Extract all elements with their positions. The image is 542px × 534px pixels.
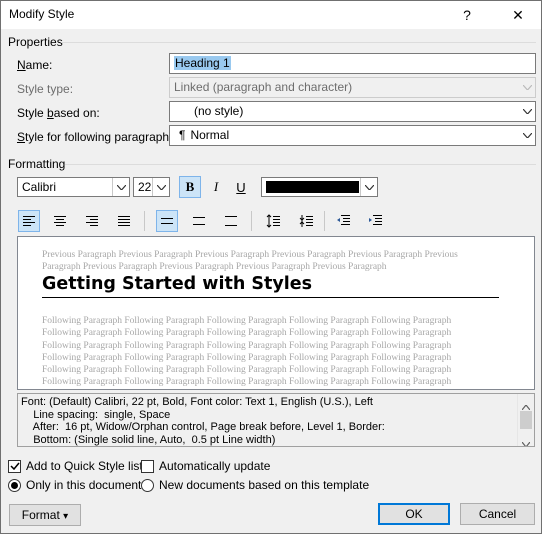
scroll-down-icon[interactable] xyxy=(521,436,531,446)
name-label: Name: xyxy=(17,58,53,72)
checkbox-unchecked-icon xyxy=(141,459,154,473)
only-this-document-radio[interactable]: Only in this document xyxy=(8,478,141,492)
formatting-divider xyxy=(65,164,536,165)
style-type-select[interactable]: Linked (paragraph and character) xyxy=(169,77,536,98)
chevron-down-icon xyxy=(112,178,129,196)
dialog-title: Modify Style xyxy=(9,7,75,21)
style-type-value: Linked (paragraph and character) xyxy=(174,80,353,94)
style-type-label: Style type: xyxy=(17,82,74,96)
following-paragraph-label: Style for following paragraph: xyxy=(17,130,173,144)
title-bar: Modify Style ? ✕ xyxy=(1,1,541,29)
preview-heading: Getting Started with Styles xyxy=(42,273,499,298)
description-line: Font: (Default) Calibri, 22 pt, Bold, Fo… xyxy=(21,396,373,408)
following-paragraph-select[interactable]: ¶ Normal xyxy=(169,125,536,146)
font-color-swatch xyxy=(266,181,359,193)
style-description: Font: (Default) Calibri, 22 pt, Bold, Fo… xyxy=(17,393,535,447)
dropdown-arrow-icon: ▾ xyxy=(63,511,69,522)
description-scrollbar[interactable] xyxy=(517,394,534,446)
checkbox-checked-icon xyxy=(8,459,21,473)
based-on-label: Style based on: xyxy=(17,106,100,120)
auto-update-checkbox[interactable]: Automatically update xyxy=(141,459,270,473)
font-name-select[interactable]: Calibri xyxy=(17,177,130,197)
increase-spacing-icon[interactable] xyxy=(262,210,284,232)
align-right-icon[interactable] xyxy=(81,210,103,232)
ok-button[interactable]: OK xyxy=(378,503,450,525)
align-center-icon[interactable] xyxy=(49,210,71,232)
font-name-value: Calibri xyxy=(22,180,57,194)
toolbar-separator xyxy=(251,211,252,231)
preview-previous-paragraph: Previous Paragraph Previous Paragraph Pr… xyxy=(42,250,458,273)
radio-selected-icon xyxy=(8,478,21,492)
properties-group-label: Properties xyxy=(8,35,63,49)
toolbar-separator xyxy=(144,211,145,231)
following-paragraph-value: Normal xyxy=(190,128,230,142)
decrease-spacing-icon[interactable] xyxy=(295,210,317,232)
single-spacing-icon[interactable] xyxy=(156,210,178,232)
based-on-value: (no style) xyxy=(194,104,244,118)
preview-following-paragraph: Following Paragraph Following Paragraph … xyxy=(42,316,452,388)
description-line: Bottom: (Single solid line, Auto, 0.5 pt… xyxy=(21,433,276,446)
add-to-quick-style-checkbox[interactable]: Add to Quick Style list xyxy=(8,459,143,473)
underline-button[interactable]: U xyxy=(230,176,252,198)
style-preview: Previous Paragraph Previous Paragraph Pr… xyxy=(17,236,535,390)
radio-unselected-icon xyxy=(141,478,154,492)
new-documents-label: New documents based on this template xyxy=(159,478,370,492)
justify-icon[interactable] xyxy=(113,210,135,232)
based-on-select[interactable]: (no style) xyxy=(169,101,536,122)
only-this-document-label: Only in this document xyxy=(26,478,142,492)
font-color-select[interactable] xyxy=(261,177,378,197)
toolbar-separator xyxy=(324,211,325,231)
chevron-down-icon xyxy=(152,178,169,196)
italic-button[interactable]: I xyxy=(205,176,227,198)
name-input[interactable]: Heading 1 xyxy=(169,53,536,74)
add-to-quick-style-label: Add to Quick Style list xyxy=(26,459,143,473)
decrease-indent-icon[interactable] xyxy=(332,210,354,232)
description-line: After: 16 pt, Widow/Orphan control, Page… xyxy=(21,421,385,434)
align-left-icon[interactable] xyxy=(18,210,40,232)
cancel-button[interactable]: Cancel xyxy=(460,503,535,525)
modify-style-dialog: Modify Style ? ✕ Properties Name: Headin… xyxy=(0,0,542,534)
chevron-down-icon xyxy=(360,178,377,196)
new-documents-radio[interactable]: New documents based on this template xyxy=(141,478,369,492)
increase-indent-icon[interactable] xyxy=(364,210,386,232)
bold-button[interactable]: B xyxy=(179,176,201,198)
chevron-down-icon xyxy=(518,102,535,121)
close-button[interactable]: ✕ xyxy=(504,4,532,26)
double-spacing-icon[interactable] xyxy=(220,210,242,232)
help-button[interactable]: ? xyxy=(453,4,481,26)
one-half-spacing-icon[interactable] xyxy=(188,210,210,232)
font-size-select[interactable]: 22 xyxy=(133,177,170,197)
description-line: Line spacing: single, Space xyxy=(21,408,171,421)
font-size-value: 22 xyxy=(138,180,152,194)
name-value: Heading 1 xyxy=(174,56,231,70)
auto-update-label: Automatically update xyxy=(159,459,271,473)
scroll-thumb[interactable] xyxy=(520,411,532,429)
chevron-down-icon xyxy=(518,126,535,145)
formatting-group-label: Formatting xyxy=(8,157,66,171)
format-label: Format xyxy=(21,508,60,522)
paragraph-mark-icon: ¶ xyxy=(179,128,186,142)
chevron-down-icon xyxy=(518,78,535,97)
format-button[interactable]: Format ▾ xyxy=(9,504,81,526)
properties-divider xyxy=(61,42,536,43)
